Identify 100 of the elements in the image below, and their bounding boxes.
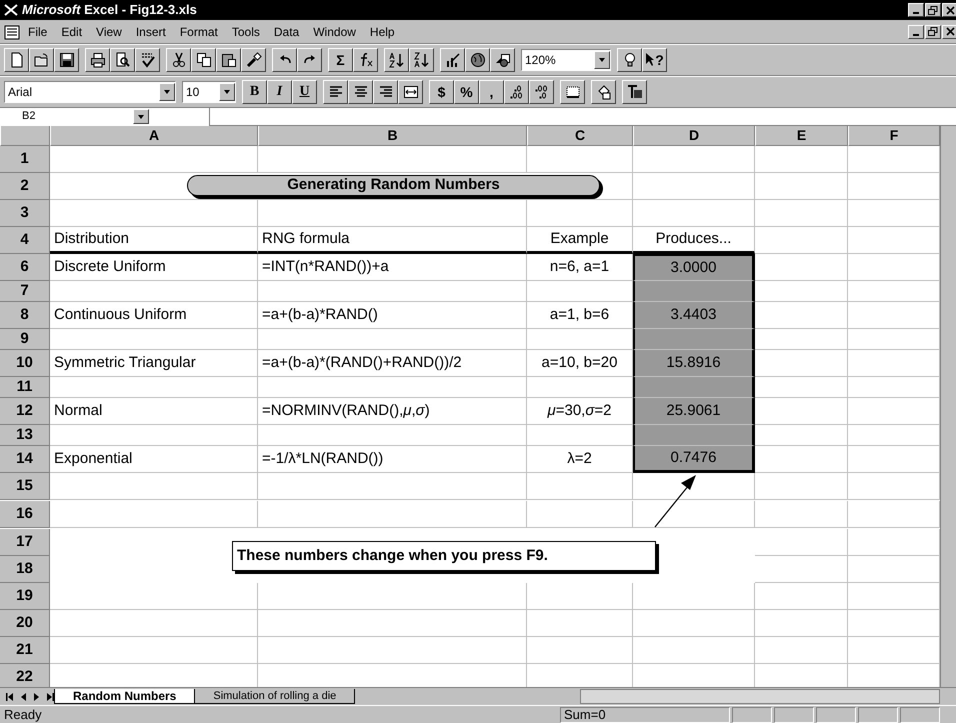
row-header[interactable]: 18 (0, 556, 50, 583)
row-header[interactable]: 15 (0, 473, 50, 500)
minimize-button[interactable] (908, 24, 924, 38)
column-header[interactable]: C (527, 126, 633, 146)
menu-item[interactable]: Edit (55, 22, 88, 42)
row-header[interactable]: 7 (0, 281, 50, 302)
zoom-dropdown[interactable]: 120% (521, 49, 611, 71)
sheet-cell[interactable] (633, 281, 755, 302)
sheet-cell[interactable]: Distribution (50, 227, 258, 254)
select-all-corner[interactable] (0, 126, 50, 146)
underline-button[interactable]: U (292, 80, 317, 104)
menu-item[interactable]: File (22, 22, 54, 42)
open-button[interactable] (29, 48, 54, 72)
menu-item[interactable]: Format (174, 22, 224, 42)
sheet-cell[interactable]: =a+(b-a)*RAND() (258, 302, 527, 329)
format-painter-button[interactable] (241, 48, 266, 72)
sheet-cell[interactable]: Generating Random Numbers (50, 173, 633, 200)
help-button[interactable]: ? (642, 48, 667, 72)
print-preview-button[interactable] (110, 48, 135, 72)
row-header[interactable]: 20 (0, 610, 50, 637)
row-header[interactable]: 19 (0, 583, 50, 610)
row-header[interactable]: 13 (0, 425, 50, 446)
font-color-button[interactable] (622, 80, 647, 104)
merge-center-button[interactable] (398, 80, 423, 104)
percent-button[interactable]: % (454, 80, 479, 104)
first-sheet-button[interactable] (4, 690, 16, 702)
restore-button[interactable] (925, 3, 941, 17)
sheet-cell[interactable]: Exponential (50, 446, 258, 473)
column-header[interactable]: B (258, 126, 527, 146)
sheet-cell[interactable]: Example (527, 227, 633, 254)
menu-item[interactable]: Data (268, 22, 306, 42)
sheet-cell[interactable]: Symmetric Triangular (50, 350, 258, 377)
new-button[interactable] (4, 48, 29, 72)
sheet-cell[interactable]: =-1/λ*LN(RAND()) (258, 446, 527, 473)
restore-button[interactable] (925, 24, 941, 38)
sheet-cell[interactable]: 0.7476 (633, 446, 755, 473)
tip-wizard-button[interactable] (617, 48, 642, 72)
sheet-cell[interactable]: =INT(n*RAND())+a (258, 254, 527, 281)
save-button[interactable] (54, 48, 79, 72)
center-button[interactable] (348, 80, 373, 104)
row-header[interactable]: 14 (0, 446, 50, 473)
sheet-cell[interactable] (633, 377, 755, 398)
column-header[interactable]: D (633, 126, 755, 146)
row-header[interactable]: 16 (0, 501, 50, 528)
minimize-button[interactable] (908, 3, 924, 17)
sheet-cell[interactable]: 25.9061 (633, 398, 755, 425)
fill-color-button[interactable] (591, 80, 616, 104)
sheet-cell[interactable]: RNG formula (258, 227, 527, 254)
redo-button[interactable] (297, 48, 322, 72)
row-header[interactable]: 6 (0, 254, 50, 281)
menu-item[interactable]: Tools (226, 22, 266, 42)
column-header[interactable]: A (50, 126, 258, 146)
comma-button[interactable]: , (479, 80, 504, 104)
sort-descending-button[interactable] (409, 48, 434, 72)
sheet-cell[interactable]: 3.0000 (633, 254, 755, 281)
font-size-dropdown[interactable]: 10 (182, 81, 236, 103)
close-button[interactable] (942, 3, 956, 17)
row-header[interactable]: 17 (0, 529, 50, 556)
row-header[interactable]: 22 (0, 664, 50, 687)
align-left-button[interactable] (323, 80, 348, 104)
undo-button[interactable] (272, 48, 297, 72)
column-header[interactable]: F (848, 126, 940, 146)
spelling-button[interactable] (135, 48, 160, 72)
column-header[interactable]: E (755, 126, 848, 146)
sheet-cell[interactable]: 15.8916 (633, 350, 755, 377)
cut-button[interactable] (166, 48, 191, 72)
copy-button[interactable] (191, 48, 216, 72)
menu-item[interactable]: Window (307, 22, 362, 42)
vertical-scrollbar[interactable] (940, 126, 956, 687)
row-header[interactable]: 2 (0, 173, 50, 200)
align-right-button[interactable] (373, 80, 398, 104)
sort-ascending-button[interactable] (384, 48, 409, 72)
sheet-cell[interactable]: Normal (50, 398, 258, 425)
menu-item[interactable]: Help (364, 22, 401, 42)
sheet-cell[interactable]: =a+(b-a)*(RAND()+RAND())/2 (258, 350, 527, 377)
sheet-cell[interactable] (633, 425, 755, 446)
decrease-decimal-button[interactable] (529, 80, 554, 104)
row-header[interactable]: 9 (0, 329, 50, 350)
sheet-tab[interactable]: Simulation of rolling a die (194, 689, 356, 704)
menu-item[interactable]: View (90, 22, 128, 42)
font-dropdown[interactable]: Arial (4, 81, 176, 103)
row-header[interactable]: 10 (0, 350, 50, 377)
sheet-cell[interactable]: =NORMINV(RAND(),μ,σ) (258, 398, 527, 425)
sheet-cell[interactable]: Discrete Uniform (50, 254, 258, 281)
row-header[interactable]: 11 (0, 377, 50, 398)
close-button[interactable] (942, 24, 956, 38)
sheet-cell[interactable]: Continuous Uniform (50, 302, 258, 329)
row-header[interactable]: 3 (0, 200, 50, 227)
increase-decimal-button[interactable] (504, 80, 529, 104)
sheet-tab[interactable]: Random Numbers (54, 689, 196, 704)
chart-wizard-button[interactable] (440, 48, 465, 72)
borders-button[interactable] (560, 80, 585, 104)
map-button[interactable] (465, 48, 490, 72)
autosum-button[interactable]: Σ (328, 48, 353, 72)
bold-button[interactable]: B (242, 80, 267, 104)
drawing-button[interactable] (490, 48, 515, 72)
row-header[interactable]: 1 (0, 146, 50, 173)
print-button[interactable] (85, 48, 110, 72)
function-wizard-button[interactable] (353, 48, 378, 72)
row-header[interactable]: 12 (0, 398, 50, 425)
